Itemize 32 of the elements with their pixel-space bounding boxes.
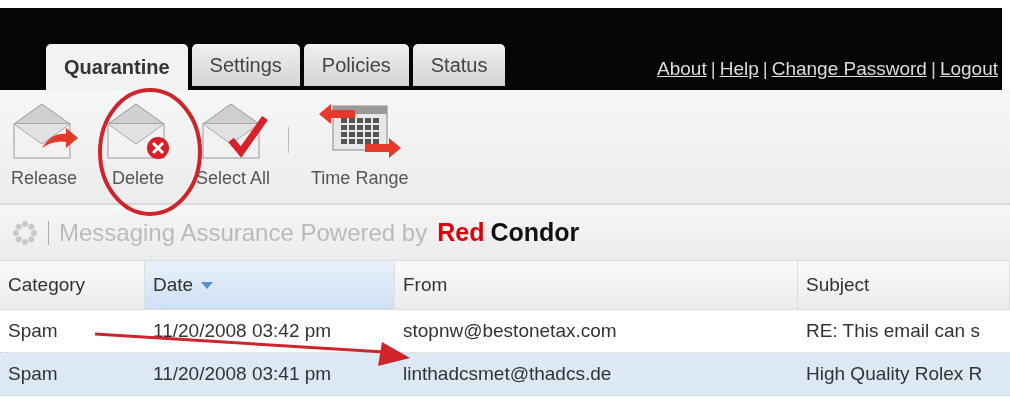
toolbar-button[interactable]: Time Range [307,100,413,189]
tab[interactable]: Policies [303,44,409,86]
spinner-icon [12,219,38,246]
link-separator: | [710,58,716,80]
link-separator: | [930,58,936,80]
tab[interactable]: Status [412,44,506,86]
table-cell-text: linthadcsmet@thadcs.de [402,362,613,386]
header-link[interactable]: Help [719,58,759,80]
brand-tagline: Messaging Assurance Powered by [59,218,428,247]
toolbar-button[interactable]: Delete [98,100,178,189]
table-cell-text: RE: This email can s [805,319,981,343]
brand-logo-word: Condor [490,218,580,247]
column-header[interactable]: Subject [798,261,1010,309]
header-link[interactable]: About [657,58,707,80]
column-header[interactable]: From [395,261,798,309]
header-link[interactable]: Logout [939,58,998,80]
tab[interactable]: Settings [191,44,300,86]
table-cell-text: Spam [7,319,59,343]
toolbar-button[interactable]: Release [4,100,84,189]
table-row[interactable]: Spam 11/20/2008 03:41 pm linthadcsmet@thadcs.de High Quality Rolex R [0,353,1010,396]
header-link[interactable]: Change Password [771,58,927,80]
link-separator: | [762,58,768,80]
table-cell-text: 11/20/2008 03:42 pm [152,319,333,343]
brand-logo-word: Red [437,218,485,247]
tab[interactable]: Quarantine [46,44,188,90]
sort-arrow-icon [201,281,214,289]
column-header[interactable]: Date [145,261,395,309]
table-cell-text: Spam [7,362,59,386]
table-cell-text: High Quality Rolex R [805,362,984,386]
table-cell-text: 11/20/2008 03:41 pm [152,362,333,386]
toolbar-button[interactable]: Select All [192,100,275,189]
table-cell-text: stopnw@bestonetax.com [402,319,618,343]
